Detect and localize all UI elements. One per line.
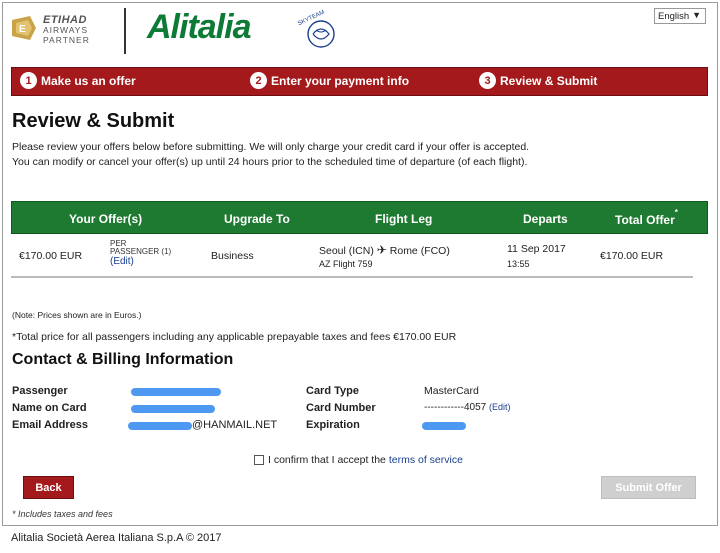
- etihad-line2: AIRWAYS: [43, 25, 89, 35]
- name-on-card-label-text: Name on Card: [12, 402, 87, 414]
- total-offer-amount: €170.00 EUR: [600, 250, 664, 262]
- name-on-card-label: Name on Card: [12, 402, 87, 414]
- col-header-total-label: Total Offer: [615, 213, 675, 227]
- logo-divider: [124, 8, 126, 54]
- alitalia-logo: Alitalia: [147, 8, 251, 46]
- email-label: Email Address: [12, 419, 88, 431]
- card-number-label: Card Number: [306, 402, 376, 414]
- step-3-label: Review & Submit: [500, 73, 598, 88]
- terms-confirm: I confirm that I accept the terms of ser…: [254, 454, 463, 466]
- card-type-value: MasterCard: [424, 385, 479, 397]
- terms-text: I confirm that I accept the: [268, 454, 386, 466]
- etihad-logo-icon: E: [12, 16, 36, 40]
- chevron-down-icon: ▼: [692, 10, 701, 20]
- step-3-number: 3: [479, 72, 496, 89]
- departure-time: 13:55: [507, 259, 530, 269]
- intro-text: Please review your offers below before s…: [12, 140, 529, 170]
- intro-line-1: Please review your offers below before s…: [12, 141, 530, 153]
- total-price-line: *Total price for all passengers includin…: [12, 331, 457, 343]
- expiration-label: Expiration: [306, 419, 360, 431]
- step-3: 3 Review & Submit: [479, 72, 597, 89]
- offers-table-header: Your Offer(s) Upgrade To Flight Leg Depa…: [11, 201, 708, 234]
- card-number-label-text: Card Number: [306, 402, 376, 414]
- col-header-departs: Departs: [523, 212, 568, 226]
- card-number-masked: ------------4057: [424, 402, 487, 413]
- step-1: 1 Make us an offer: [20, 72, 136, 89]
- card-type-label: Card Type: [306, 385, 359, 397]
- terms-of-service-link[interactable]: terms of service: [389, 454, 463, 466]
- step-1-number: 1: [20, 72, 37, 89]
- redacted-name: [131, 405, 215, 413]
- card-type-label-text: Card Type: [306, 385, 359, 397]
- route-origin: Seoul (ICN): [319, 245, 374, 257]
- passenger-count: PASSENGER (1): [110, 247, 172, 256]
- etihad-line1: ETIHAD: [43, 14, 87, 26]
- offer-amount: €170.00 EUR: [19, 250, 83, 262]
- skyteam-logo-icon: SKYTEAM: [297, 10, 335, 48]
- submit-offer-button[interactable]: Submit Offer: [601, 476, 696, 499]
- taxes-footnote: * Includes taxes and fees: [12, 509, 113, 519]
- airplane-icon: ✈: [376, 243, 387, 257]
- contact-billing-title: Contact & Billing Information: [12, 351, 234, 368]
- back-button[interactable]: Back: [23, 476, 74, 499]
- redacted-passenger: [131, 388, 221, 396]
- edit-card-link[interactable]: (Edit): [489, 402, 511, 412]
- card-number-value: ------------4057 (Edit): [424, 402, 511, 413]
- col-header-total: Total Offer*: [615, 208, 678, 227]
- offer-per-passenger: PER PASSENGER (1) (Edit): [110, 240, 172, 267]
- step-1-label: Make us an offer: [41, 73, 136, 88]
- departure-date: 11 Sep 2017: [507, 243, 566, 255]
- progress-steps: 1 Make us an offer 2 Enter your payment …: [11, 67, 708, 96]
- etihad-line3: PARTNER: [43, 35, 90, 45]
- flight-route: Seoul (ICN) ✈ Rome (FCO): [319, 243, 450, 257]
- passenger-label: Passenger: [12, 385, 68, 397]
- intro-line-2: You can modify or cancel your offer(s) u…: [12, 156, 528, 168]
- step-2: 2 Enter your payment info: [250, 72, 409, 89]
- flight-number: AZ Flight 759: [319, 259, 373, 269]
- total-asterisk: *: [674, 208, 678, 217]
- edit-offer-link[interactable]: (Edit): [110, 257, 171, 267]
- table-row: €170.00 EUR PER PASSENGER (1) (Edit) Bus…: [11, 234, 693, 278]
- expiration-label-text: Expiration: [306, 419, 360, 431]
- etihad-partner-logo: E ETIHAD AIRWAYS PARTNER: [10, 12, 120, 48]
- copyright: Alitalia Società Aerea Italiana S.p.A © …: [11, 532, 222, 544]
- col-header-flight-leg: Flight Leg: [375, 212, 433, 226]
- step-2-label: Enter your payment info: [271, 73, 410, 88]
- col-header-offer: Your Offer(s): [69, 212, 143, 226]
- terms-checkbox[interactable]: [254, 455, 264, 465]
- upgrade-class: Business: [211, 250, 254, 262]
- page-title: Review & Submit: [12, 110, 175, 132]
- language-value: English: [658, 11, 690, 22]
- route-destination: Rome (FCO): [389, 245, 450, 257]
- redacted-expiration: [422, 422, 466, 430]
- email-label-text: Email Address: [12, 419, 89, 431]
- language-select[interactable]: English ▼: [654, 8, 706, 24]
- redacted-email: [128, 422, 192, 430]
- svg-text:E: E: [19, 24, 26, 35]
- col-header-upgrade: Upgrade To: [224, 212, 290, 226]
- email-domain: @HANMAIL.NET: [192, 419, 278, 431]
- passenger-label-text: Passenger: [12, 385, 68, 397]
- step-2-number: 2: [250, 72, 267, 89]
- price-note: (Note: Prices shown are in Euros.): [12, 310, 142, 320]
